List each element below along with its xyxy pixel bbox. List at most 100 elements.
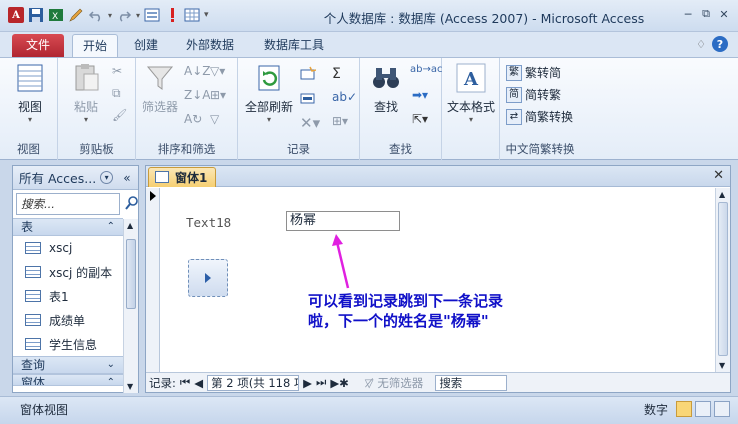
next-record-icon[interactable]: ▶ (303, 376, 312, 390)
traditional-to-simplified-button[interactable]: 繁 繁转简 (506, 64, 561, 81)
scroll-down-icon[interactable]: ▼ (719, 361, 725, 370)
no-filter-label: 无筛选器 (377, 375, 424, 390)
nav-menu-dropdown-icon[interactable]: ▾ (100, 171, 114, 184)
more-records-icon[interactable]: ⊞▾ (332, 114, 348, 128)
binoculars-icon (370, 62, 402, 94)
find-label: 查找 (373, 100, 398, 114)
tab-form1[interactable]: 窗体1 (148, 167, 216, 187)
list-item[interactable]: xscj (13, 236, 123, 260)
nav-item-label: xscj (49, 241, 73, 255)
simplified-to-traditional-button[interactable]: 简 简转繁 (506, 86, 561, 103)
list-item[interactable]: 学生信息 (13, 332, 123, 356)
last-record-icon[interactable]: ⏭ (316, 375, 326, 390)
record-search-input[interactable]: 搜索 (435, 374, 508, 391)
close-icon[interactable]: ✕ (716, 6, 732, 22)
group-label-clipboard: 剪贴板 (79, 142, 114, 156)
document-tab-row: 窗体1 ✕ (146, 166, 730, 187)
current-record-input[interactable]: 第 2 项(共 118 项) (207, 374, 300, 391)
replace-icon[interactable]: ab→ac (410, 64, 442, 75)
scroll-up-icon[interactable]: ▲ (719, 190, 725, 199)
group-label-views: 视图 (17, 142, 40, 156)
form-view-switch-icon[interactable] (676, 401, 692, 417)
annotation-arrow-icon (332, 234, 350, 289)
view-switcher (676, 401, 730, 417)
table-icon (25, 338, 41, 350)
ribbon: 视图 ▾ 视图 粘贴 ▾ ✂ ⧉ 🖌 剪贴板 筛选器 A↓Z Z↓A A↻ ▽▾… (0, 57, 738, 160)
layout-view-switch-icon[interactable] (695, 401, 711, 417)
sort-ascending-icon[interactable]: A↓Z (184, 64, 210, 78)
nav-pane-header[interactable]: 所有 Acces... ▾ « (13, 166, 138, 190)
annotation-line-2: 啦，下一个的姓名是"杨幂" (308, 312, 489, 330)
record-selector[interactable] (146, 188, 160, 372)
cut-icon[interactable]: ✂ (112, 64, 122, 78)
new-record-nav-icon[interactable]: ▶✱ (330, 376, 348, 390)
title-bar: A X ▾ ▾ ▾ 个人数据库 : 数据库 (Access 2007) - Mi… (0, 0, 738, 32)
minimize-icon[interactable]: ─ (680, 6, 696, 22)
convert-button[interactable]: ⇄ 简繁转换 (506, 108, 573, 125)
sort-descending-icon[interactable]: Z↓A (184, 88, 210, 102)
find-button[interactable]: 查找 (366, 62, 406, 115)
copy-icon[interactable]: ⧉ (112, 86, 121, 101)
group-text-format: A 文本格式 ▾ (442, 58, 500, 160)
tab-external-data[interactable]: 外部数据 (176, 34, 244, 57)
form-scroll-thumb[interactable] (718, 202, 728, 356)
list-item[interactable]: 成绩单 (13, 308, 123, 332)
scroll-down-icon[interactable]: ▼ (127, 382, 133, 391)
play-icon (205, 273, 211, 283)
list-item[interactable]: xscj 的副本 (13, 260, 123, 284)
save-record-icon[interactable] (300, 90, 316, 106)
nav-pane-scrollbar[interactable]: ▲ ▼ (123, 219, 138, 393)
table-icon (25, 314, 41, 326)
restore-icon[interactable]: ⧉ (698, 6, 714, 22)
convert-label: 简繁转换 (525, 110, 574, 124)
paste-button[interactable]: 粘贴 ▾ (68, 62, 104, 124)
tab-home[interactable]: 开始 (72, 34, 119, 57)
advanced-filter-icon[interactable]: ⊞▾ (210, 88, 226, 102)
list-item[interactable]: 表1 (13, 284, 123, 308)
nav-search-input[interactable]: 搜索... (16, 193, 138, 215)
name-field[interactable]: 杨幂 (286, 211, 400, 231)
tab-database-tools[interactable]: 数据库工具 (254, 34, 334, 57)
new-record-icon[interactable] (300, 66, 316, 82)
search-icon[interactable] (125, 196, 139, 213)
filter-status[interactable]: ▽̸ 无筛选器 (365, 375, 424, 391)
goto-icon[interactable]: ➡▾ (412, 88, 428, 102)
group-records: 全部刷新 ▾ ✕▾ Σ ab✓ ⊞▾ 记录 (238, 58, 360, 160)
refresh-dropdown-icon: ▾ (266, 115, 271, 124)
text-format-button[interactable]: A 文本格式 ▾ (444, 62, 498, 124)
collapse-nav-pane-icon[interactable]: « (123, 171, 130, 185)
nav-group-queries[interactable]: 查询 ⌄ (13, 356, 123, 374)
refresh-all-button[interactable]: 全部刷新 ▾ (244, 62, 294, 124)
nav-group-forms[interactable]: 窗体 ⌃ (13, 374, 123, 386)
tab-create[interactable]: 创建 (124, 34, 168, 57)
design-view-switch-icon[interactable] (714, 401, 730, 417)
delete-record-icon[interactable]: ✕▾ (300, 114, 320, 132)
selection-filter-icon[interactable]: ▽▾ (210, 64, 225, 78)
collapse-ribbon-icon[interactable]: ♢ (696, 38, 706, 51)
field-label: Text18 (186, 215, 232, 230)
tab-file[interactable]: 文件 (12, 34, 65, 57)
nav-group-tables[interactable]: 表 ⌃ (13, 218, 123, 236)
totals-icon[interactable]: Σ (332, 66, 341, 82)
scroll-up-icon[interactable]: ▲ (127, 221, 133, 230)
spelling-icon[interactable]: ab✓ (332, 90, 357, 104)
filter-button[interactable]: 筛选器 (140, 62, 180, 115)
view-button[interactable]: 视图 ▾ (12, 62, 48, 124)
form-vertical-scrollbar[interactable]: ▲ ▼ (715, 188, 730, 372)
help-icon[interactable]: ? (712, 36, 728, 52)
svg-text:A: A (463, 69, 479, 90)
form-icon (155, 171, 169, 183)
group-label-sort-filter: 排序和筛选 (157, 142, 216, 156)
previous-record-icon[interactable]: ◀ (194, 376, 203, 390)
nav-group-queries-label: 查询 (21, 358, 46, 372)
format-painter-icon[interactable]: 🖌 (112, 108, 127, 122)
table-icon (25, 266, 41, 278)
first-record-icon[interactable]: ⏮ (180, 375, 190, 390)
clear-sort-icon[interactable]: A↻ (184, 112, 202, 126)
close-document-icon[interactable]: ✕ (713, 168, 724, 183)
nav-item-label: 学生信息 (49, 337, 98, 352)
toggle-filter-icon[interactable]: ▽ (210, 112, 219, 126)
nav-scroll-thumb[interactable] (126, 239, 136, 309)
select-icon[interactable]: ⇱▾ (412, 112, 428, 126)
next-record-button[interactable] (188, 259, 228, 297)
